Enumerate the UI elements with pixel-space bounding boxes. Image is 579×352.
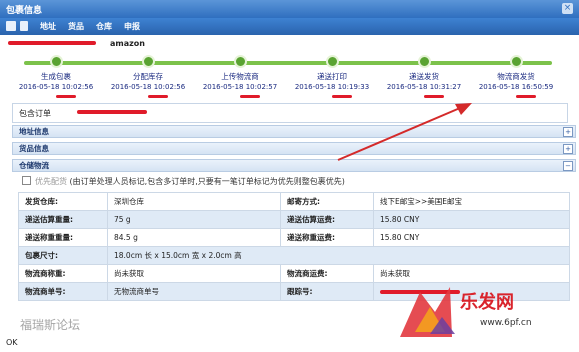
site-watermark: 乐发网	[460, 292, 514, 313]
forum-watermark: 福瑞斯论坛	[20, 318, 81, 332]
site-url: www.6pf.cn	[480, 318, 532, 328]
site-logo-icon	[400, 287, 455, 337]
ok-button[interactable]: OK	[6, 338, 18, 347]
